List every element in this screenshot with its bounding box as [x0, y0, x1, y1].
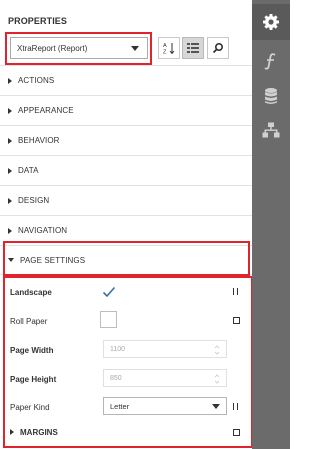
page-width-label: Page Width: [10, 346, 54, 355]
sort-az-icon: A Z: [163, 43, 175, 56]
spinner-icon: [214, 345, 220, 355]
tab-field-list[interactable]: [252, 78, 290, 114]
section-label: DESIGN: [18, 196, 50, 205]
database-icon: [265, 88, 277, 104]
chevron-right-icon: [8, 227, 12, 234]
properties-window: PROPERTIES XtraReport (Report) A Z ACTIO…: [0, 0, 290, 449]
property-marker: [233, 403, 241, 411]
page-height-value: 850: [110, 374, 122, 382]
landscape-label: Landscape: [10, 288, 52, 297]
section-label: APPEARANCE: [18, 106, 74, 115]
section-label: PAGE SETTINGS: [20, 255, 86, 265]
section-label: NAVIGATION: [18, 226, 68, 235]
report-component-select[interactable]: XtraReport (Report): [10, 37, 148, 59]
gear-icon: [263, 14, 279, 30]
chevron-down-icon: [212, 404, 220, 409]
section-design[interactable]: DESIGN: [0, 185, 252, 215]
chevron-right-icon: [8, 107, 12, 114]
right-toolbar: [252, 0, 290, 449]
section-actions[interactable]: ACTIONS: [0, 65, 252, 95]
search-icon: [212, 42, 224, 54]
page-height-label: Page Height: [10, 375, 57, 384]
report-component-select-value: XtraReport (Report): [17, 43, 88, 53]
tab-report-explorer[interactable]: [252, 112, 290, 148]
paper-kind-value: Letter: [110, 401, 130, 411]
search-button[interactable]: [207, 37, 229, 59]
sort-az-button[interactable]: A Z: [158, 37, 180, 59]
property-marker: [233, 429, 241, 437]
margins-label: MARGINS: [20, 427, 58, 437]
chevron-right-icon: [8, 167, 12, 174]
tab-properties[interactable]: [252, 4, 290, 40]
section-behavior[interactable]: BEHAVIOR: [0, 125, 252, 155]
section-label: DATA: [18, 166, 39, 175]
section-page-settings[interactable]: PAGE SETTINGS: [0, 245, 252, 275]
svg-text:A: A: [163, 43, 167, 49]
property-marker: [233, 288, 241, 296]
page-height-input[interactable]: 850: [103, 369, 227, 387]
spinner-icon: [214, 374, 220, 384]
chevron-right-icon: [10, 429, 14, 435]
margins-group[interactable]: MARGINS: [8, 423, 246, 441]
section-label: BEHAVIOR: [18, 136, 60, 145]
svg-text:Z: Z: [163, 50, 167, 56]
paper-kind-label: Paper Kind: [10, 403, 50, 412]
section-navigation[interactable]: NAVIGATION: [0, 215, 252, 245]
landscape-checkbox[interactable]: [100, 283, 117, 300]
section-appearance[interactable]: APPEARANCE: [0, 95, 252, 125]
page-width-input[interactable]: 1100: [103, 340, 227, 358]
chevron-right-icon: [8, 197, 12, 204]
section-data[interactable]: DATA: [0, 155, 252, 185]
chevron-right-icon: [8, 77, 12, 84]
chevron-down-icon: [131, 46, 139, 51]
categorize-icon: [187, 43, 199, 53]
tab-expressions[interactable]: [252, 43, 290, 79]
chevron-down-icon: [8, 258, 14, 262]
function-icon: [264, 53, 276, 70]
section-label: ACTIONS: [18, 76, 55, 85]
panel-title: PROPERTIES: [8, 16, 68, 26]
checkmark-icon: [102, 286, 115, 297]
paper-kind-select[interactable]: Letter: [103, 397, 227, 415]
roll-paper-label: Roll Paper: [10, 317, 48, 326]
hierarchy-icon: [262, 122, 280, 138]
page-width-value: 1100: [110, 345, 126, 353]
roll-paper-checkbox[interactable]: [100, 311, 117, 328]
chevron-right-icon: [8, 137, 12, 144]
property-marker: [233, 317, 241, 325]
categorize-button[interactable]: [182, 37, 204, 59]
properties-panel: PROPERTIES XtraReport (Report) A Z ACTIO…: [0, 0, 253, 449]
